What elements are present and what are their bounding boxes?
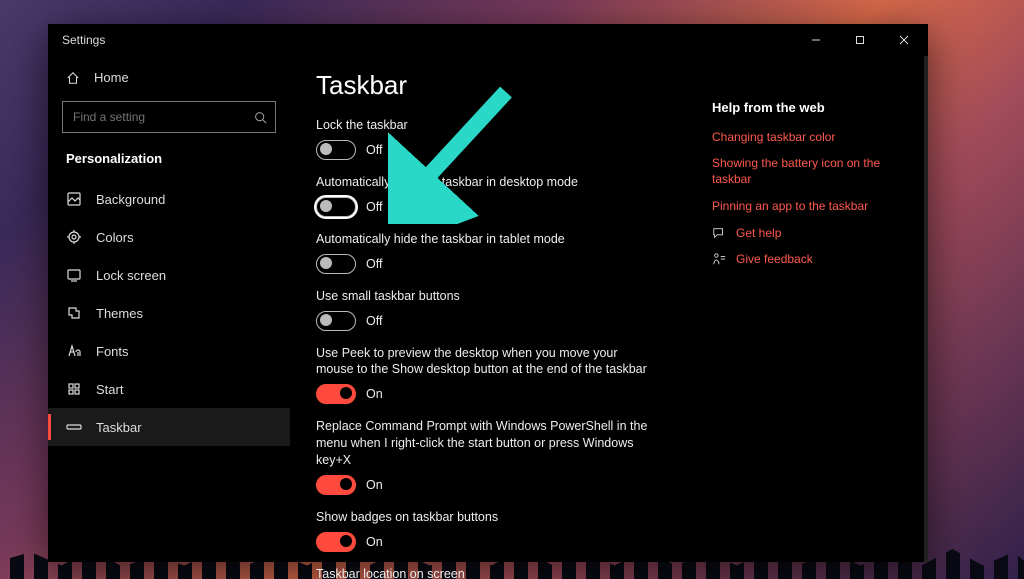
toggle-switch[interactable] [316, 140, 356, 160]
toggle-state: Off [366, 314, 382, 328]
sidebar-item-start[interactable]: Start [48, 370, 290, 408]
sidebar-item-fonts[interactable]: Fonts [48, 332, 290, 370]
toggle-switch[interactable] [316, 384, 356, 404]
nav-icon [66, 229, 82, 245]
scrollbar[interactable] [924, 56, 928, 562]
page-title: Taskbar [316, 70, 672, 101]
maximize-icon [855, 35, 865, 45]
nav-label: Colors [96, 230, 134, 245]
option-label: Replace Command Prompt with Windows Powe… [316, 418, 656, 469]
settings-window: Settings Home [48, 24, 928, 562]
toggle-switch[interactable] [316, 475, 356, 495]
get-help-link[interactable]: Get help [712, 226, 912, 240]
feedback-label: Give feedback [736, 252, 813, 266]
nav-label: Lock screen [96, 268, 166, 283]
toggle-switch[interactable] [316, 532, 356, 552]
option-label: Automatically hide the taskbar in deskto… [316, 174, 656, 191]
toggle-switch[interactable] [316, 311, 356, 331]
nav-label: Fonts [96, 344, 129, 359]
help-heading: Help from the web [712, 100, 912, 115]
search-field[interactable] [62, 101, 276, 133]
toggle-switch[interactable] [316, 254, 356, 274]
nav-label: Background [96, 192, 165, 207]
toggle-row: On [316, 475, 672, 495]
toggle-state: Off [366, 200, 382, 214]
home-icon [66, 71, 80, 85]
window-controls [794, 24, 926, 56]
toggle-row: Off [316, 254, 672, 274]
titlebar: Settings [48, 24, 928, 56]
give-feedback-link[interactable]: Give feedback [712, 252, 912, 266]
sidebar-item-lock-screen[interactable]: Lock screen [48, 256, 290, 294]
window-title: Settings [62, 33, 105, 47]
toggle-row: Off [316, 311, 672, 331]
search-input[interactable] [71, 109, 235, 125]
toggle-state: Off [366, 143, 382, 157]
sidebar-nav: Background Colors Lock screen Themes Fonts St… [48, 180, 290, 446]
toggle-switch[interactable] [316, 197, 356, 217]
toggle-row: On [316, 384, 672, 404]
minimize-icon [811, 35, 821, 45]
toggle-state: On [366, 387, 383, 401]
option-label: Use Peek to preview the desktop when you… [316, 345, 656, 379]
nav-icon [66, 267, 82, 283]
chat-icon [712, 226, 726, 240]
minimize-button[interactable] [794, 24, 838, 56]
nav-label: Themes [96, 306, 143, 321]
toggle-state: On [366, 478, 383, 492]
sidebar-home[interactable]: Home [48, 62, 290, 93]
nav-icon [66, 305, 82, 321]
nav-icon [66, 343, 82, 359]
toggle-state: Off [366, 257, 382, 271]
sidebar-item-taskbar[interactable]: Taskbar [48, 408, 290, 446]
toggle-row: Off [316, 140, 672, 160]
toggle-row: Off [316, 197, 672, 217]
sidebar-item-background[interactable]: Background [48, 180, 290, 218]
sidebar-item-colors[interactable]: Colors [48, 218, 290, 256]
get-help-label: Get help [736, 226, 781, 240]
feedback-icon [712, 252, 726, 266]
option-label: Lock the taskbar [316, 117, 656, 134]
close-icon [899, 35, 909, 45]
option-label: Automatically hide the taskbar in tablet… [316, 231, 656, 248]
nav-label: Start [96, 382, 123, 397]
help-link[interactable]: Changing taskbar color [712, 129, 912, 145]
close-button[interactable] [882, 24, 926, 56]
nav-label: Taskbar [96, 420, 142, 435]
help-link[interactable]: Showing the battery icon on the taskbar [712, 155, 912, 187]
taskbar-location-label: Taskbar location on screen [316, 566, 656, 579]
main-panel: Taskbar Lock the taskbar Off Automatically… [290, 56, 928, 562]
nav-icon [66, 381, 82, 397]
sidebar: Home Personalization Background Colors Loc… [48, 56, 290, 562]
sidebar-category: Personalization [48, 147, 290, 180]
nav-icon [66, 419, 82, 435]
help-link[interactable]: Pinning an app to the taskbar [712, 198, 912, 214]
help-panel: Help from the web Changing taskbar color… [712, 64, 912, 562]
search-icon [254, 111, 267, 124]
maximize-button[interactable] [838, 24, 882, 56]
desktop-wallpaper: Settings Home [0, 0, 1024, 579]
sidebar-item-themes[interactable]: Themes [48, 294, 290, 332]
toggle-state: On [366, 535, 383, 549]
nav-icon [66, 191, 82, 207]
option-label: Show badges on taskbar buttons [316, 509, 656, 526]
settings-content: Taskbar Lock the taskbar Off Automatically… [316, 64, 672, 562]
toggle-row: On [316, 532, 672, 552]
option-label: Use small taskbar buttons [316, 288, 656, 305]
sidebar-home-label: Home [94, 70, 129, 85]
